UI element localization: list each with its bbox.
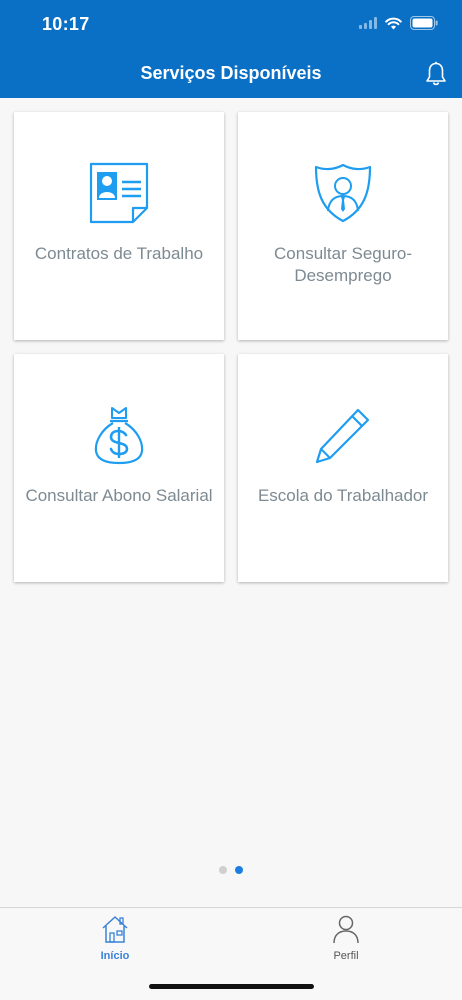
home-indicator[interactable] [149,984,314,989]
contract-document-icon [89,162,149,224]
bell-icon[interactable] [424,61,448,87]
status-icons [359,16,438,30]
card-label: Escola do Trabalhador [257,486,429,505]
tab-perfil[interactable]: Perfil [306,914,386,962]
wifi-icon [385,17,402,29]
card-label: Consultar Seguro-Desemprego [274,244,412,285]
tab-label: Perfil [333,950,359,962]
card-consultar-seguro-desemprego[interactable]: Consultar Seguro-Desemprego [238,112,448,340]
card-consultar-abono-salarial[interactable]: Consultar Abono Salarial [14,354,224,582]
shield-person-icon [314,163,372,223]
home-icon [102,916,128,943]
tab-label: Início [100,950,130,962]
card-contratos-de-trabalho[interactable]: Contratos de Trabalho [14,112,224,340]
person-icon [333,915,359,944]
tab-inicio[interactable]: Início [75,914,155,962]
card-escola-do-trabalhador[interactable]: Escola do Trabalhador [238,354,448,582]
status-bar: 10:17 [0,0,462,50]
card-label: Contratos de Trabalho [34,244,204,263]
status-time: 10:17 [42,14,90,34]
money-bag-icon [94,407,144,465]
page-title: Serviços Disponíveis [140,63,322,83]
page-dot[interactable] [219,866,227,874]
page-indicator[interactable] [0,866,462,874]
battery-icon [410,16,438,30]
signal-icon [359,17,377,29]
card-label: Consultar Abono Salarial [25,486,213,505]
nav-bar: Serviços Disponíveis [0,50,462,98]
pencil-icon [315,408,370,464]
page-dot-active[interactable] [235,866,243,874]
